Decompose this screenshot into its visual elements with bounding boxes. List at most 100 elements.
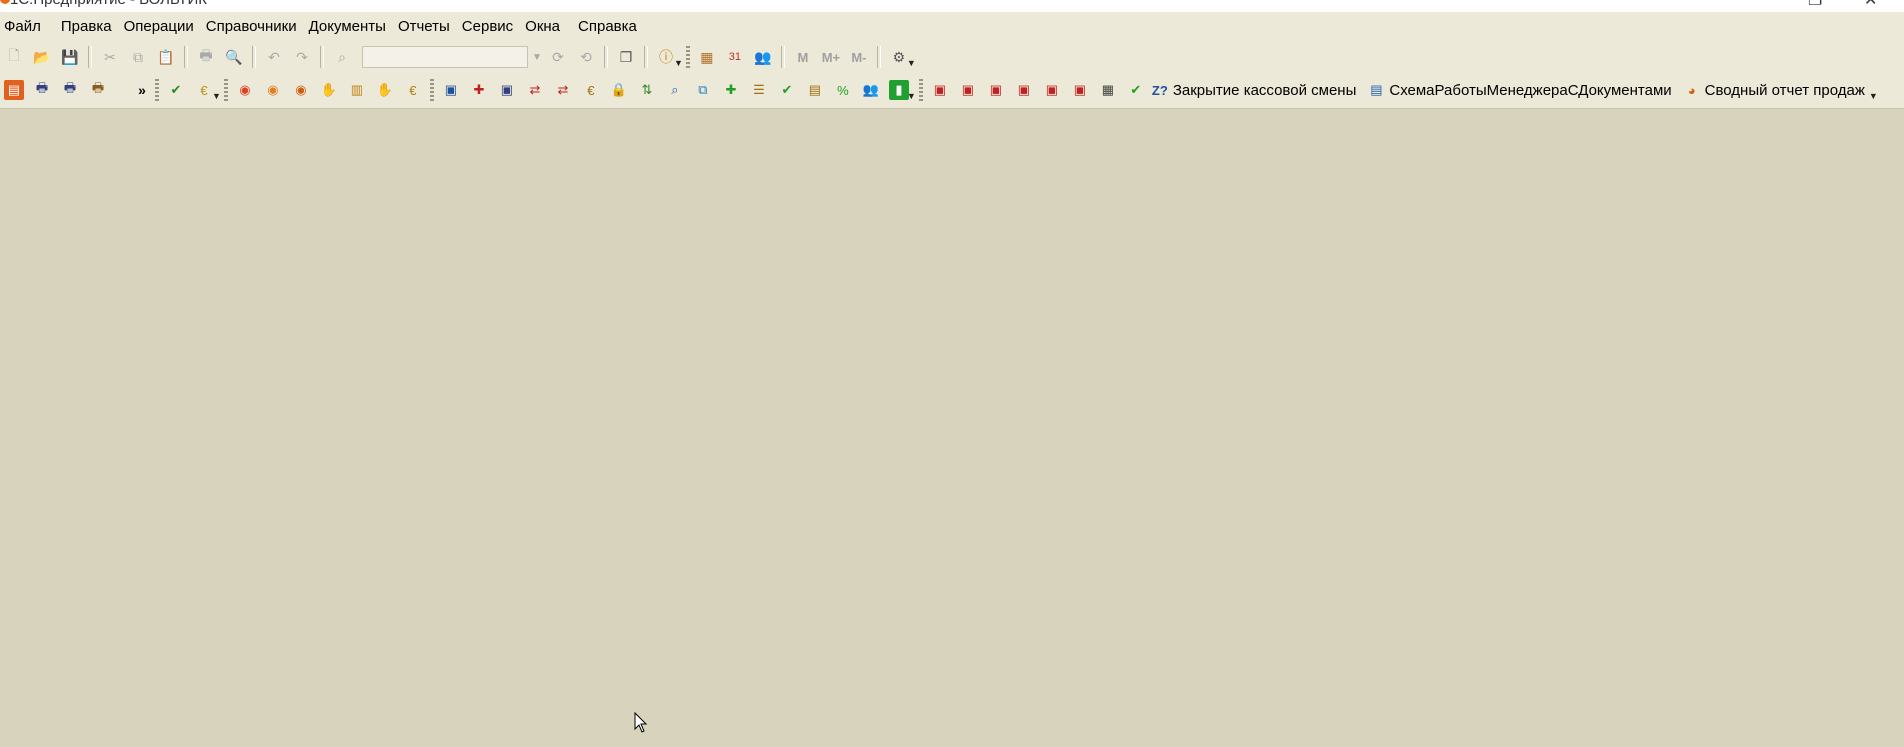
search-input[interactable] [362, 46, 528, 68]
doc-percent-icon[interactable]: % [830, 77, 856, 103]
doc-coins-icon[interactable]: € [578, 77, 604, 103]
custom-toolbar: ▤ 🖶 🖶 🖶 » ✔ € ▼ ◉ ◉ ◉ ✋ ▥ ✋ € ▣ ✚ ▣ ⇄ ⇄ … [0, 72, 1904, 109]
menu-service[interactable]: Сервис [456, 12, 519, 42]
menu-windows[interactable]: Окна [519, 12, 566, 42]
calculator-icon[interactable]: ▦ [694, 44, 720, 70]
toolbar-grip[interactable] [918, 79, 923, 101]
chevron-down-icon[interactable]: ▼ [907, 91, 916, 101]
windows-icon[interactable]: ❐ [613, 44, 639, 70]
standard-toolbar: 🗋 📂 💾 ✂ ⧉ 📋 🖶 🔍 ↶ ↷ ⌕ ▼ ⟳ ⟲ ❐ ⓘ ▼ ▦ 31 👥… [0, 42, 1904, 72]
menu-operations[interactable]: Операции [118, 12, 200, 42]
workspace-area [0, 109, 1904, 747]
menu-file[interactable]: Файл [0, 12, 47, 42]
menu-help[interactable]: Справка [572, 12, 643, 42]
toolbar-separator [184, 46, 188, 68]
toolbar-separator [320, 46, 324, 68]
memory-store-button[interactable]: M [789, 50, 817, 65]
redo-icon[interactable]: ↷ [289, 44, 315, 70]
document-check-icon[interactable]: ✔ [163, 77, 189, 103]
cash-shift-close-button[interactable]: Z? Закрытие кассовой смены [1150, 80, 1357, 100]
doc-order-icon[interactable]: ▣ [494, 77, 520, 103]
close-button[interactable]: ✕ [1864, 0, 1877, 10]
doc-lock-icon[interactable]: 🔒 [606, 77, 632, 103]
doc-view-icon[interactable]: ⌕ [662, 77, 688, 103]
print-icon[interactable]: 🖶 [193, 44, 219, 70]
doc-add-icon[interactable]: ✚ [718, 77, 744, 103]
journal-icon[interactable]: ▤ [1, 77, 27, 103]
manager-scheme-label: СхемаРаботыМенеджераСДокументами [1389, 81, 1672, 99]
chevron-down-icon[interactable]: ▼ [907, 58, 916, 68]
find-icon[interactable]: ⌕ [329, 44, 355, 70]
receipt-icon[interactable]: ✋ [372, 77, 398, 103]
mouse-cursor-icon [634, 712, 648, 733]
chevron-down-icon[interactable]: ▼ [1869, 91, 1878, 101]
undo-icon[interactable]: ↶ [261, 44, 287, 70]
doc-exchange-icon[interactable]: ⇅ [634, 77, 660, 103]
cash-transfer-icon[interactable]: ◉ [288, 77, 314, 103]
paste-icon[interactable]: 📋 [153, 44, 179, 70]
report-d-icon[interactable]: ▣ [1011, 77, 1037, 103]
doc-users-icon[interactable]: 👥 [858, 77, 884, 103]
print-form-icon[interactable]: 🖶 [29, 77, 55, 103]
toolbar-separator [780, 46, 785, 68]
chevron-down-icon[interactable]: ▼ [674, 58, 683, 68]
doc-list-icon[interactable]: ☰ [746, 77, 772, 103]
find-previous-icon[interactable]: ⟲ [573, 44, 599, 70]
toolbar-grip[interactable] [223, 79, 228, 101]
toolbar-separator [604, 46, 608, 68]
doc-transfer-icon[interactable]: ⇄ [522, 77, 548, 103]
app-logo-icon [0, 0, 10, 4]
menu-catalogs[interactable]: Справочники [200, 12, 303, 42]
payment-icon[interactable]: ✋ [316, 77, 342, 103]
sales-summary-button[interactable]: ◕ Сводный отчет продаж [1682, 80, 1865, 100]
doc-return-icon[interactable]: ✚ [466, 77, 492, 103]
search-dropdown-icon[interactable]: ▼ [530, 52, 544, 63]
bank-icon[interactable]: ▥ [344, 77, 370, 103]
save-icon[interactable]: 💾 [57, 44, 83, 70]
menu-bar: Файл Правка Операции Справочники Докумен… [0, 12, 1904, 42]
chevron-down-icon[interactable]: ▼ [212, 91, 221, 101]
report-a-icon[interactable]: ▣ [927, 77, 953, 103]
print-register-icon[interactable]: 🖶 [85, 77, 111, 103]
menu-edit[interactable]: Правка [55, 12, 118, 42]
toolbar-separator [644, 46, 648, 68]
cash-out-icon[interactable]: ◉ [260, 77, 286, 103]
report-c-icon[interactable]: ▣ [983, 77, 1009, 103]
report-table-icon[interactable]: ▦ [1095, 77, 1121, 103]
memory-subtract-button[interactable]: M- [845, 50, 873, 65]
copy-icon[interactable]: ⧉ [125, 44, 151, 70]
doc-sale-icon[interactable]: ▣ [438, 77, 464, 103]
cash-shift-close-label: Закрытие кассовой смены [1172, 81, 1357, 99]
menu-documents[interactable]: Документы [303, 12, 392, 42]
new-document-icon[interactable]: 🗋 [1, 44, 27, 70]
expense-icon[interactable]: € [400, 77, 426, 103]
cut-icon[interactable]: ✂ [97, 44, 123, 70]
print-list-icon[interactable]: 🖶 [57, 77, 83, 103]
restore-button[interactable]: ❐ [1808, 0, 1822, 10]
cash-in-icon[interactable]: ◉ [232, 77, 258, 103]
report-check-icon[interactable]: ✔ [1123, 77, 1149, 103]
report-b-icon[interactable]: ▣ [955, 77, 981, 103]
users-icon[interactable]: 👥 [750, 44, 776, 70]
memory-add-button[interactable]: M+ [817, 50, 845, 65]
toolbar-grip[interactable] [155, 79, 159, 101]
title-bar: 1С:Предприятие - ВОЛЬТИК ❐ ✕ [0, 0, 1904, 12]
doc-move-icon[interactable]: ⇄ [550, 77, 576, 103]
window-title: 1С:Предприятие - ВОЛЬТИК [10, 0, 207, 8]
overflow-chevron-icon[interactable]: » [132, 82, 152, 98]
toolbar-grip[interactable] [685, 46, 690, 68]
print-preview-icon[interactable]: 🔍 [221, 44, 247, 70]
doc-copy-icon[interactable]: ⧉ [690, 77, 716, 103]
report-e-icon[interactable]: ▣ [1039, 77, 1065, 103]
menu-reports[interactable]: Отчеты [392, 12, 456, 42]
report-f-icon[interactable]: ▣ [1067, 77, 1093, 103]
calendar-icon[interactable]: 31 [722, 44, 748, 70]
manager-scheme-button[interactable]: ▤ СхемаРаботыМенеджераСДокументами [1366, 80, 1671, 100]
doc-approve-icon[interactable]: ✔ [774, 77, 800, 103]
doc-stock-icon[interactable]: ▤ [802, 77, 828, 103]
pie-chart-icon: ◕ [1687, 82, 1696, 98]
find-next-icon[interactable]: ⟳ [545, 44, 571, 70]
toolbar-grip[interactable] [429, 79, 434, 101]
open-file-icon[interactable]: 📂 [29, 44, 55, 70]
z-report-icon: Z? [1151, 82, 1168, 98]
